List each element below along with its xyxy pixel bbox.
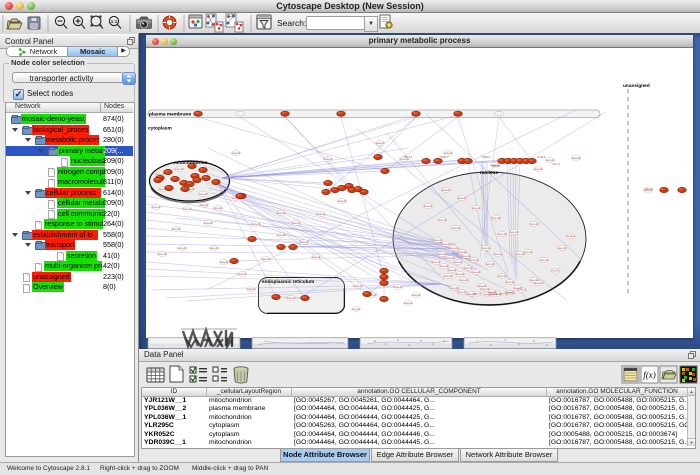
- svg-text:Gene12: Gene12: [352, 308, 361, 311]
- svg-text:Gene12: Gene12: [317, 213, 326, 216]
- svg-text:Gene12: Gene12: [450, 247, 459, 250]
- svg-text:Gene12: Gene12: [220, 261, 229, 264]
- svg-text:Gene12: Gene12: [540, 259, 549, 262]
- svg-text:Gene12: Gene12: [444, 152, 453, 155]
- svg-text:Gene12: Gene12: [458, 197, 467, 200]
- svg-text:Gene12: Gene12: [204, 222, 213, 225]
- svg-text:Gene12: Gene12: [252, 223, 261, 226]
- svg-text:cytoplasm: cytoplasm: [148, 126, 172, 132]
- svg-text:Gene12: Gene12: [452, 227, 461, 230]
- svg-text:[....]: [....]: [238, 113, 242, 116]
- svg-text:Gene12: Gene12: [200, 204, 209, 207]
- svg-text:Gene12: Gene12: [489, 293, 498, 296]
- svg-text:Gene12: Gene12: [551, 270, 560, 273]
- svg-text:Gene12: Gene12: [312, 256, 321, 259]
- svg-text:Gene12: Gene12: [524, 251, 533, 254]
- svg-text:Gene12: Gene12: [442, 243, 451, 246]
- svg-text:Gene12: Gene12: [505, 292, 514, 295]
- svg-text:YJL1.2: YJL1.2: [552, 162, 561, 166]
- svg-text:Gene12: Gene12: [183, 208, 192, 211]
- svg-text:Gene12: Gene12: [438, 219, 447, 222]
- svg-text:Gene12: Gene12: [498, 233, 507, 236]
- svg-text:Gene12: Gene12: [277, 234, 286, 237]
- svg-text:Gene12: Gene12: [473, 293, 482, 296]
- svg-text:Gene12: Gene12: [454, 261, 463, 264]
- svg-text:Gene12: Gene12: [534, 168, 543, 171]
- svg-text:YLR1.2: YLR1.2: [537, 155, 546, 159]
- svg-text:Gene12: Gene12: [518, 289, 527, 292]
- svg-text:Gene12: Gene12: [394, 286, 403, 289]
- svg-text:Gene12: Gene12: [492, 217, 501, 220]
- svg-text:Gene12: Gene12: [199, 193, 208, 196]
- svg-text:Gene12: Gene12: [152, 206, 161, 209]
- svg-text:Gene12: Gene12: [214, 207, 223, 210]
- svg-text:Gene12: Gene12: [462, 255, 471, 258]
- svg-text:Gene12: Gene12: [506, 281, 515, 284]
- svg-text:[....]: [....]: [497, 113, 501, 116]
- svg-text:Gene12: Gene12: [510, 231, 519, 234]
- svg-text:Gene12: Gene12: [247, 288, 256, 291]
- svg-text:Gene12: Gene12: [448, 269, 457, 272]
- svg-text:Gene12: Gene12: [494, 253, 503, 256]
- svg-text:Gene12: Gene12: [232, 152, 241, 155]
- svg-text:YKL2.1: YKL2.1: [645, 187, 654, 191]
- svg-text:Gene12: Gene12: [481, 288, 490, 291]
- svg-text:Gene12: Gene12: [516, 253, 525, 256]
- svg-text:Gene12: Gene12: [498, 275, 507, 278]
- svg-text:Gene12: Gene12: [458, 291, 467, 294]
- svg-text:Gene12: Gene12: [412, 294, 421, 297]
- svg-text:Gene12: Gene12: [534, 282, 543, 285]
- svg-text:Gene12: Gene12: [446, 257, 455, 260]
- svg-text:Gene12: Gene12: [434, 239, 443, 242]
- svg-text:Gene12: Gene12: [438, 253, 447, 256]
- svg-text:1:1: 1:1: [111, 19, 118, 24]
- svg-text:Gene12: Gene12: [456, 273, 465, 276]
- svg-text:Gene12: Gene12: [472, 207, 481, 210]
- svg-text:Gene12: Gene12: [432, 261, 441, 264]
- svg-text:YBR2.1: YBR2.1: [492, 164, 501, 168]
- svg-text:Gene12: Gene12: [566, 235, 575, 238]
- svg-text:Gene12: Gene12: [277, 212, 286, 215]
- svg-text:endoplasmic reticulum: endoplasmic reticulum: [262, 279, 314, 285]
- svg-text:Gene12: Gene12: [262, 258, 271, 261]
- svg-text:Gene12: Gene12: [210, 247, 219, 250]
- svg-text:Gene12: Gene12: [460, 279, 469, 282]
- svg-text:Gene12: Gene12: [450, 287, 459, 290]
- svg-text:Gene12: Gene12: [175, 168, 184, 171]
- svg-text:Gene12: Gene12: [376, 142, 385, 145]
- svg-text:Gene12: Gene12: [324, 158, 333, 161]
- svg-text:Gene12: Gene12: [558, 247, 567, 250]
- svg-text:Gene12: Gene12: [546, 159, 555, 162]
- svg-text:Gene12: Gene12: [440, 265, 449, 268]
- svg-text:Gene12: Gene12: [572, 157, 581, 160]
- svg-text:Gene12: Gene12: [404, 302, 413, 305]
- svg-text:YKL1.2: YKL1.2: [404, 155, 413, 159]
- svg-text:Gene12: Gene12: [338, 200, 347, 203]
- svg-text:unassigned: unassigned: [623, 83, 650, 89]
- svg-text:Gene12: Gene12: [287, 297, 296, 300]
- svg-text:Gene12: Gene12: [172, 228, 181, 231]
- svg-text:Gene12: Gene12: [442, 189, 451, 192]
- svg-text:Gene12: Gene12: [238, 273, 247, 276]
- svg-text:Gene12: Gene12: [458, 251, 467, 254]
- svg-text:Gene12: Gene12: [472, 271, 481, 274]
- svg-text:plasma membrane: plasma membrane: [149, 112, 191, 118]
- svg-text:Gene12: Gene12: [530, 223, 539, 226]
- svg-text:Gene12: Gene12: [444, 275, 453, 278]
- svg-text:nucleus: nucleus: [480, 170, 498, 176]
- svg-text:Gene12: Gene12: [486, 263, 495, 266]
- svg-text:Gene12: Gene12: [424, 205, 433, 208]
- svg-text:Gene12: Gene12: [300, 241, 309, 244]
- svg-text:Gene12: Gene12: [464, 267, 473, 270]
- svg-text:Gene12: Gene12: [354, 285, 363, 288]
- svg-text:YDR5.2: YDR5.2: [439, 155, 449, 159]
- svg-text:Gene12: Gene12: [482, 247, 491, 250]
- svg-text:Gene12: Gene12: [470, 259, 479, 262]
- svg-text:f(x): f(x): [643, 370, 656, 380]
- svg-text:Gene12: Gene12: [292, 222, 301, 225]
- svg-text:Gene12: Gene12: [178, 247, 187, 250]
- svg-text:YGR2.1: YGR2.1: [481, 155, 491, 159]
- svg-text:Gene12: Gene12: [158, 253, 167, 256]
